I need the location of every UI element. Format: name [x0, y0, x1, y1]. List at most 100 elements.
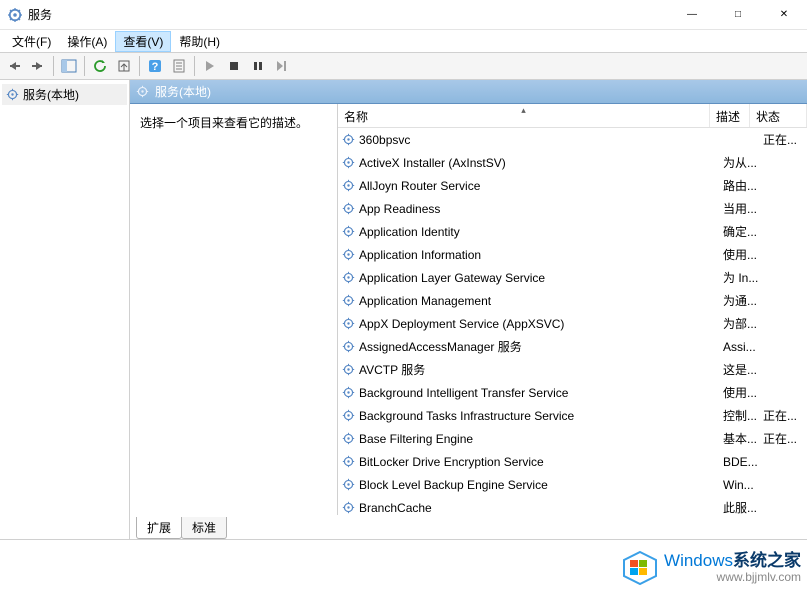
service-desc: BDE...: [723, 455, 763, 469]
service-row[interactable]: BitLocker Drive Encryption ServiceBDE...: [338, 450, 807, 473]
refresh-button[interactable]: [88, 55, 112, 77]
service-desc: 为部...: [723, 315, 763, 332]
service-row[interactable]: Application Identity确定...: [338, 220, 807, 243]
service-row[interactable]: AppX Deployment Service (AppXSVC)为部...: [338, 312, 807, 335]
service-name: ActiveX Installer (AxInstSV): [359, 156, 723, 170]
gear-icon: [136, 85, 149, 98]
service-desc: 路由...: [723, 177, 763, 194]
gear-icon: [342, 409, 355, 422]
window-title: 服务: [28, 6, 52, 23]
column-name-label: 名称: [344, 110, 368, 124]
service-name: AssignedAccessManager 服务: [359, 338, 723, 355]
close-button[interactable]: ✕: [761, 0, 807, 30]
show-hide-tree-button[interactable]: [57, 55, 81, 77]
panel-header-label: 服务(本地): [155, 83, 211, 100]
service-desc: 当用...: [723, 200, 763, 217]
service-name: AVCTP 服务: [359, 361, 723, 378]
tree-root-item[interactable]: 服务(本地): [2, 84, 127, 105]
column-desc-label: 描述: [716, 110, 740, 124]
service-row[interactable]: Background Tasks Infrastructure Service控…: [338, 404, 807, 427]
column-name[interactable]: 名称 ▴: [338, 104, 710, 127]
service-list[interactable]: 360bpsvc正在...ActiveX Installer (AxInstSV…: [338, 128, 807, 515]
gear-icon: [6, 88, 19, 101]
service-name: AppX Deployment Service (AppXSVC): [359, 317, 723, 331]
column-desc[interactable]: 描述: [710, 104, 750, 127]
column-status[interactable]: 状态: [750, 104, 807, 127]
service-row[interactable]: Base Filtering Engine基本...正在...: [338, 427, 807, 450]
help-button[interactable]: ?: [143, 55, 167, 77]
service-row[interactable]: Block Level Backup Engine ServiceWin...: [338, 473, 807, 496]
service-name: Base Filtering Engine: [359, 432, 723, 446]
right-body: 选择一个项目来查看它的描述。 名称 ▴ 描述 状态 360bpsvc正在...A…: [130, 104, 807, 515]
minimize-button[interactable]: —: [669, 0, 715, 30]
service-name: Background Tasks Infrastructure Service: [359, 409, 723, 423]
gear-icon: [342, 248, 355, 261]
service-name: 360bpsvc: [359, 133, 723, 147]
service-name: Application Information: [359, 248, 723, 262]
gear-icon: [342, 133, 355, 146]
maximize-button[interactable]: □: [715, 0, 761, 30]
pause-service-button[interactable]: [246, 55, 270, 77]
menu-action[interactable]: 操作(A): [59, 31, 115, 52]
service-row[interactable]: AVCTP 服务这是...: [338, 358, 807, 381]
service-name: App Readiness: [359, 202, 723, 216]
service-row[interactable]: Application Layer Gateway Service为 In...: [338, 266, 807, 289]
gear-icon: [342, 363, 355, 376]
gear-icon: [342, 225, 355, 238]
gear-icon: [342, 317, 355, 330]
service-row[interactable]: 360bpsvc正在...: [338, 128, 807, 151]
toolbar-separator: [53, 56, 54, 76]
toolbar-separator: [84, 56, 85, 76]
view-tabs: 扩展 标准: [130, 517, 807, 539]
service-row[interactable]: ActiveX Installer (AxInstSV)为从...: [338, 151, 807, 174]
stop-service-button[interactable]: [222, 55, 246, 77]
service-row[interactable]: Application Management为通...: [338, 289, 807, 312]
service-row[interactable]: Application Information使用...: [338, 243, 807, 266]
window-controls: — □ ✕: [669, 0, 807, 30]
menu-help[interactable]: 帮助(H): [171, 31, 228, 52]
service-row[interactable]: AssignedAccessManager 服务Assi...: [338, 335, 807, 358]
toolbar-separator: [139, 56, 140, 76]
service-name: BitLocker Drive Encryption Service: [359, 455, 723, 469]
service-name: Application Layer Gateway Service: [359, 271, 723, 285]
service-row[interactable]: AllJoyn Router Service路由...: [338, 174, 807, 197]
service-status: 正在...: [763, 407, 807, 424]
gear-icon: [342, 202, 355, 215]
main-area: 服务(本地) 服务(本地) 选择一个项目来查看它的描述。 名称 ▴ 描述 状态: [0, 80, 807, 540]
gear-icon: [342, 386, 355, 399]
nav-forward-button[interactable]: [26, 55, 50, 77]
watermark: Windows系统之家 www.bjjmlv.com: [620, 548, 801, 588]
service-row[interactable]: BranchCache此服...: [338, 496, 807, 515]
service-name: AllJoyn Router Service: [359, 179, 723, 193]
gear-icon: [342, 455, 355, 468]
properties-button[interactable]: [167, 55, 191, 77]
tab-extended[interactable]: 扩展: [136, 517, 182, 539]
service-row[interactable]: Background Intelligent Transfer Service使…: [338, 381, 807, 404]
service-desc: Assi...: [723, 340, 763, 354]
menu-file[interactable]: 文件(F): [4, 31, 59, 52]
nav-back-button[interactable]: [2, 55, 26, 77]
service-desc: 此服...: [723, 499, 763, 515]
export-list-button[interactable]: [112, 55, 136, 77]
service-desc: 使用...: [723, 384, 763, 401]
list-header: 名称 ▴ 描述 状态: [338, 104, 807, 128]
watermark-text: Windows系统之家 www.bjjmlv.com: [664, 552, 801, 584]
restart-service-button[interactable]: [270, 55, 294, 77]
gear-icon: [342, 179, 355, 192]
service-name: Block Level Backup Engine Service: [359, 478, 723, 492]
app-icon: [8, 8, 22, 22]
tab-standard[interactable]: 标准: [181, 517, 227, 539]
description-text: 选择一个项目来查看它的描述。: [140, 116, 308, 130]
start-service-button[interactable]: [198, 55, 222, 77]
service-row[interactable]: App Readiness当用...: [338, 197, 807, 220]
service-desc: 确定...: [723, 223, 763, 240]
gear-icon: [342, 156, 355, 169]
service-status: 正在...: [763, 430, 807, 447]
service-desc: 为 In...: [723, 269, 763, 286]
service-desc: Win...: [723, 478, 763, 492]
gear-icon: [342, 271, 355, 284]
service-desc: 基本...: [723, 430, 763, 447]
menu-view[interactable]: 查看(V): [115, 31, 171, 52]
service-desc: 控制...: [723, 407, 763, 424]
description-pane: 选择一个项目来查看它的描述。: [130, 104, 338, 515]
